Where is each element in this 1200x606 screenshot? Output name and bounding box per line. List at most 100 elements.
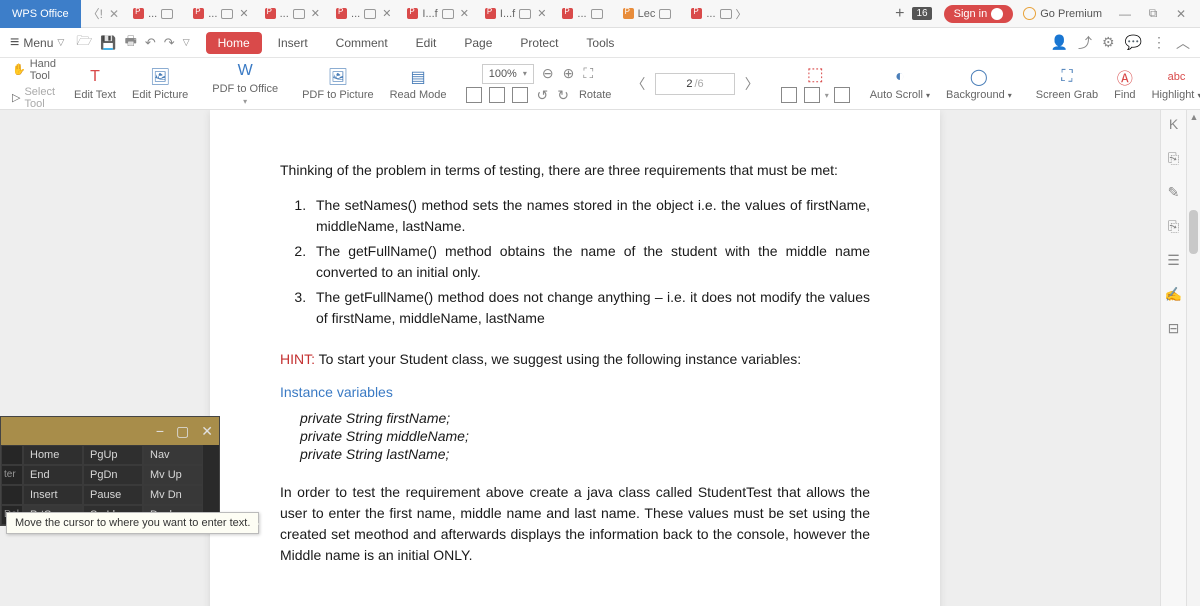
reset-icon[interactable]: K [1166,116,1182,132]
thumbnail-icon[interactable]: ⬚ [807,64,824,85]
menu-insert[interactable]: Insert [266,32,320,54]
find-button[interactable]: ⒶFind [1106,67,1143,101]
premium-button[interactable]: Go Premium [1015,7,1110,20]
osk-close-icon[interactable]: ✕ [201,423,213,440]
menu-edit[interactable]: Edit [404,32,449,54]
minimize-button[interactable]: — [1112,0,1138,28]
osk-key[interactable]: ter [1,465,23,485]
edit-picture-button[interactable]: 🖼Edit Picture [124,67,196,101]
page-layout-icon[interactable] [781,87,797,103]
menu-comment[interactable]: Comment [324,32,400,54]
doc-tab-6[interactable]: ... [555,2,613,26]
osk-minimize-icon[interactable]: − [156,423,164,439]
close-icon[interactable]: ✕ [537,7,546,20]
doc-tab-5[interactable]: I...f✕ [478,2,554,26]
zoom-out-icon[interactable]: ⊖ [542,65,554,82]
osk-key-mvdn[interactable]: Mv Dn [143,485,203,505]
doc-tab-8[interactable]: ...〉 [684,2,753,26]
new-tab-button[interactable]: + [889,5,910,23]
osk-key-insert[interactable]: Insert [23,485,83,505]
collapse-ribbon-icon[interactable]: ︿ [1176,33,1190,53]
two-page-icon[interactable] [804,87,820,103]
osk-titlebar[interactable]: − ▢ ✕ [1,417,219,445]
zoom-in-icon[interactable]: ⊕ [563,65,575,82]
osk-maximize-icon[interactable]: ▢ [176,423,189,440]
tab-close-icon[interactable]: ✕ [109,7,119,21]
convert-icon[interactable]: ⎘ [1166,218,1182,234]
rotate-label: Rotate [579,89,611,101]
doc-tab-7[interactable]: Lec [616,2,683,26]
tab-prev-icon[interactable]: 〈! [88,5,103,22]
osk-key-pause[interactable]: Pause [83,485,143,505]
close-window-button[interactable]: ✕ [1168,0,1194,28]
cloud-icon[interactable]: ⊟ [1166,320,1182,336]
compact-icon[interactable] [834,87,850,103]
vertical-scrollbar[interactable]: ▲ [1186,110,1200,606]
settings-icon[interactable]: ⚙ [1102,34,1115,51]
feedback-icon[interactable]: 💬 [1125,34,1142,51]
zoom-select[interactable]: 100%▾ [482,64,534,84]
scroll-thumb[interactable] [1189,210,1198,254]
osk-key-home[interactable]: Home [23,445,83,465]
osk-key-mvup[interactable]: Mv Up [143,465,203,485]
doc-tab-2[interactable]: ...✕ [258,2,327,26]
edit-text-button[interactable]: TEdit Text [66,67,124,101]
osk-key-pgdn[interactable]: PgDn [83,465,143,485]
next-page-button[interactable]: 〉 [735,74,769,94]
maximize-button[interactable]: ⧉ [1140,0,1166,28]
osk-key-pgup[interactable]: PgUp [83,445,143,465]
save-icon[interactable]: 💾 [100,35,116,51]
prev-page-button[interactable]: 〈 [621,74,655,94]
menu-page[interactable]: Page [452,32,504,54]
menu-tools[interactable]: Tools [574,32,626,54]
qat-dropdown-icon[interactable]: ▽ [183,37,190,48]
rotate-left-icon[interactable]: ↺ [536,87,548,104]
edit-icon[interactable]: ✎ [1166,184,1182,200]
view-facing-icon[interactable] [512,87,528,103]
signin-button[interactable]: Sign in [944,5,1014,23]
fit-page-icon[interactable]: ⛶ [583,65,593,82]
read-mode-button[interactable]: ▤Read Mode [382,67,455,101]
select-tool[interactable]: ▷Select Tool [12,85,56,111]
right-sidebar: K ⎘ ✎ ⎘ ☰ ✍ ⊟ [1160,110,1186,606]
close-icon[interactable]: ✕ [239,7,248,20]
scroll-up-icon[interactable]: ▲ [1189,112,1199,124]
auto-scroll-button[interactable]: ◐Auto Scroll ▾ [862,67,938,101]
sign-icon[interactable]: ✍ [1166,286,1182,302]
more-icon[interactable]: ⋮ [1152,34,1166,51]
open-icon[interactable]: 🗁 [76,32,92,54]
share-icon[interactable]: ⤴ [1078,33,1092,53]
page-input[interactable]: 2/6 [655,73,734,95]
pdf-to-picture-button[interactable]: 🖼PDF to Picture [294,67,382,101]
print-icon[interactable]: 🖶 [125,32,137,54]
background-button[interactable]: ◯Background ▾ [938,67,1020,101]
doc-tab-3[interactable]: ...✕ [329,2,398,26]
count-badge[interactable]: 16 [912,7,931,20]
menu-home[interactable]: Home [206,32,262,54]
osk-key-nav[interactable]: Nav [143,445,203,465]
osk-key[interactable] [1,445,23,465]
menu-protect[interactable]: Protect [508,32,570,54]
hand-tool[interactable]: ✋Hand Tool [12,57,56,83]
close-icon[interactable]: ✕ [460,7,469,20]
view-single-icon[interactable] [466,87,482,103]
screen-grab-button[interactable]: ⛶Screen Grab [1028,67,1106,101]
selection-tools: ✋Hand Tool ▷Select Tool [12,57,56,111]
redo-icon[interactable]: ↷ [164,35,175,51]
review-icon[interactable]: ☰ [1166,252,1182,268]
doc-tab-0[interactable]: ... [126,2,184,26]
export-icon[interactable]: ⎘ [1166,150,1182,166]
close-icon[interactable]: ✕ [382,7,391,20]
osk-key[interactable] [1,485,23,505]
doc-tab-1[interactable]: ...✕ [186,2,255,26]
rotate-right-icon[interactable]: ↻ [557,87,569,104]
doc-tab-4[interactable]: I...f✕ [400,2,476,26]
highlight-button[interactable]: abcHighlight ▾ [1144,67,1200,101]
close-icon[interactable]: ✕ [311,7,320,20]
pdf-to-office-button[interactable]: WPDF to Office▾ [204,61,286,106]
view-continuous-icon[interactable] [489,87,505,103]
osk-key-end[interactable]: End [23,465,83,485]
menu-toggle[interactable]: Menu▽ [10,34,64,52]
user-icon[interactable]: 👤 [1051,34,1068,51]
undo-icon[interactable]: ↶ [145,35,156,51]
